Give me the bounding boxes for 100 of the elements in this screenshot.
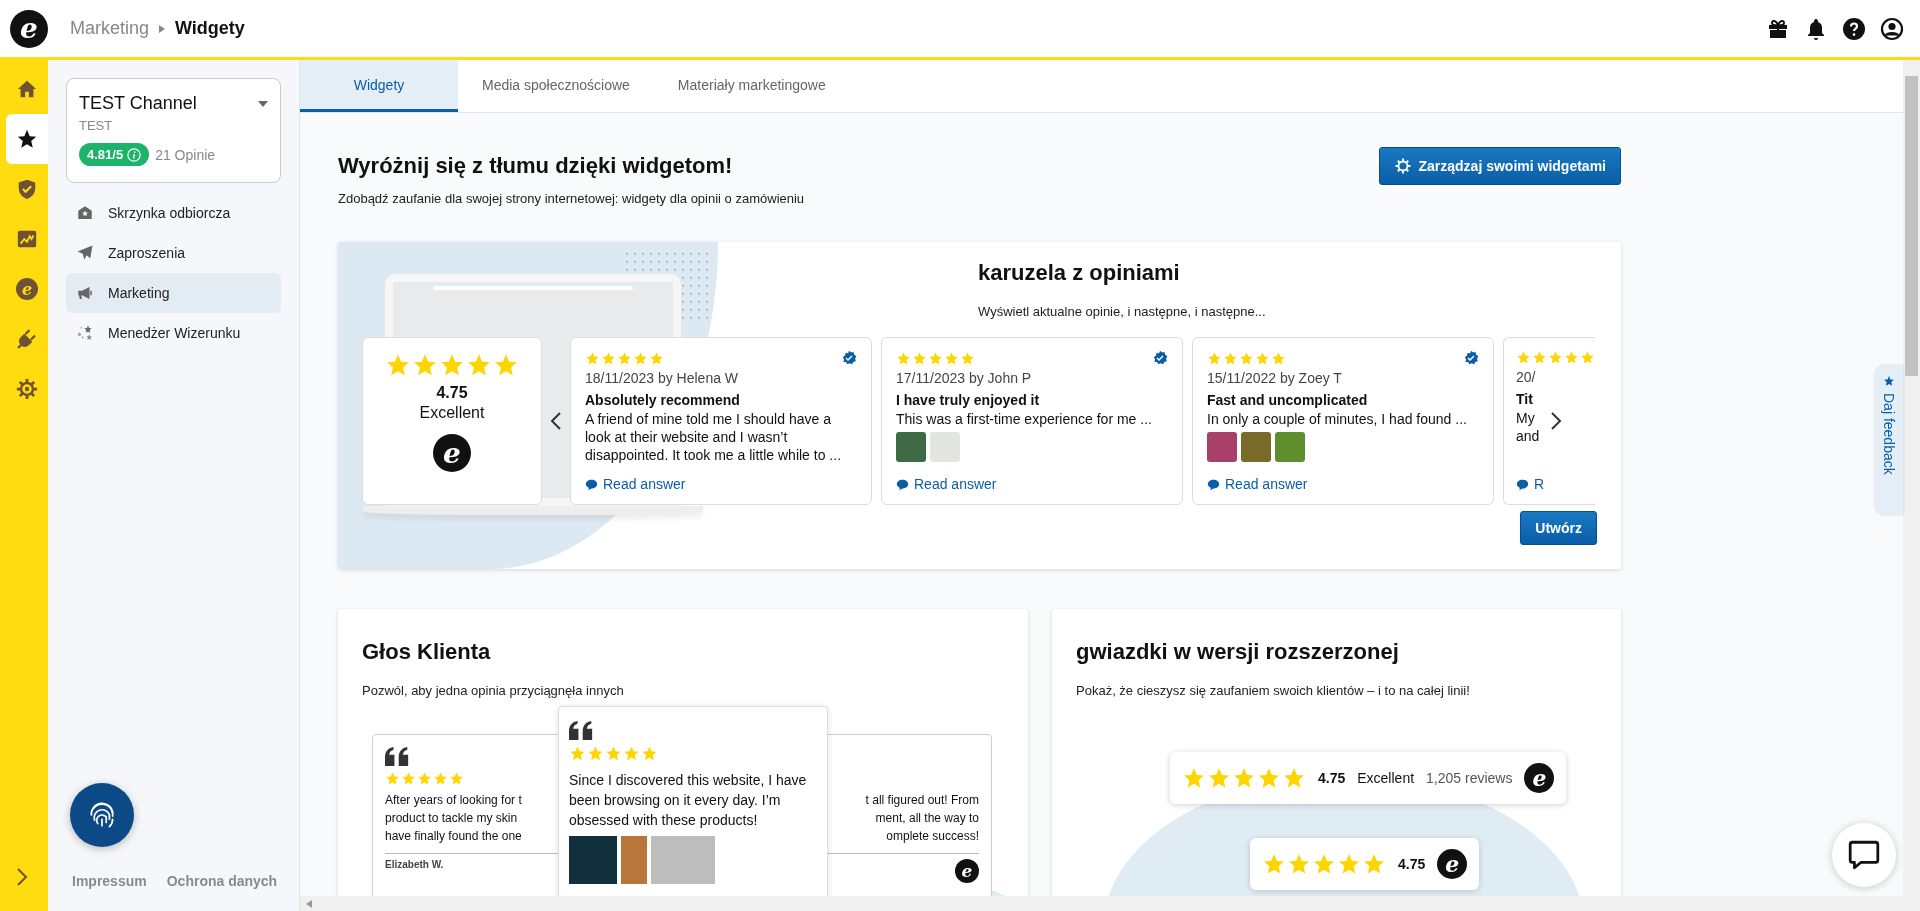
photo-placeholder (621, 836, 647, 884)
star-icon (1182, 766, 1206, 790)
tab[interactable]: Widgety (300, 60, 458, 112)
star-icon (1532, 350, 1547, 365)
widget-title: karuzela z opiniami (978, 260, 1181, 286)
star-icon (1883, 375, 1895, 387)
star-icon (1239, 350, 1254, 366)
sidebar-item[interactable]: Menedżer Wizerunku (66, 313, 281, 353)
rail-logo-button[interactable]: e (6, 264, 48, 314)
star-icon (1548, 350, 1563, 365)
star-icon (1232, 766, 1256, 790)
logo-icon: e (16, 278, 38, 300)
star-icon (623, 745, 640, 762)
sidebar-item[interactable]: Skrzynka odbiorcza (66, 193, 281, 233)
read-answer-link[interactable]: Read answer (585, 476, 857, 492)
review-count: 21 Opinie (155, 146, 216, 163)
testimonial-text: have finally found the one (385, 828, 522, 845)
logo: e (1437, 849, 1468, 879)
rating-score: 4.75 (436, 384, 468, 402)
testimonial-text: product to tackle my skin (385, 810, 519, 827)
info-icon (127, 147, 142, 162)
logo[interactable]: e (10, 9, 48, 48)
chevron-right-icon[interactable] (16, 867, 28, 887)
review-text: This was a first-time experience for me ... (896, 410, 1153, 428)
star-icon (1564, 350, 1579, 365)
chat-button[interactable] (1832, 823, 1896, 887)
vertical-scrollbar[interactable] (1903, 60, 1920, 911)
scrollbar-thumb[interactable] (1905, 76, 1918, 376)
channel-selector[interactable]: TEST Channel TEST 4.81/5 21 Opinie (66, 78, 281, 183)
sidebar-item[interactable]: Marketing (66, 273, 281, 313)
testimonial-text: After years of looking for t (385, 792, 522, 809)
tab[interactable]: Materiały marketingowe (653, 60, 850, 112)
star-icon (1287, 852, 1311, 876)
feedback-tab[interactable]: Daj feedback (1875, 365, 1903, 515)
page-title: Wyróżnij się z tłumu dzięki widgetom! (338, 153, 734, 179)
rating-label: Excellent (1357, 770, 1415, 786)
chat-icon (1516, 477, 1529, 491)
star-icon (1207, 766, 1231, 790)
fingerprint-button[interactable] (70, 783, 134, 847)
review-count: 1,205 reviews (1426, 770, 1513, 786)
star-icon (16, 128, 38, 150)
manage-widgets-button[interactable]: Zarządzaj swoimi widgetami (1378, 147, 1621, 185)
quote-icon (385, 747, 409, 766)
star-icon (1312, 852, 1336, 876)
star-icon (649, 350, 664, 366)
star-icon (587, 745, 604, 762)
star-icon (1257, 766, 1281, 790)
star-icon (412, 352, 438, 378)
star-icon (633, 350, 648, 366)
star-icon (1207, 350, 1222, 366)
star-icon (449, 771, 464, 786)
chat-icon (1207, 477, 1220, 491)
rail-star-button[interactable] (6, 114, 48, 164)
star-icon (417, 771, 432, 786)
user-icon[interactable] (1880, 16, 1904, 41)
star-icon (1255, 350, 1270, 366)
review-title: Tit (1516, 391, 1534, 407)
star-icon (928, 350, 943, 366)
star-icon (385, 352, 411, 378)
breadcrumb-item[interactable]: Marketing (70, 18, 150, 39)
widget-title: Głos Klienta (362, 639, 492, 665)
star-icon (433, 771, 448, 786)
rating-badge: 4.81/5 (79, 143, 150, 166)
gear-icon (16, 378, 38, 400)
star-icon (569, 745, 586, 762)
read-answer-link[interactable]: Read answer (1207, 476, 1479, 492)
shield-check-icon (16, 178, 38, 200)
star-icon (385, 771, 400, 786)
megaphone-icon (76, 284, 94, 302)
star-icon (1282, 766, 1306, 790)
help-icon[interactable] (1842, 16, 1866, 41)
sidebar-item[interactable]: Zaproszenia (66, 233, 281, 273)
rating-label: Excellent (419, 404, 485, 422)
create-button[interactable]: Utwórz (1520, 511, 1597, 545)
read-answer-link[interactable]: R (1516, 476, 1595, 492)
star-icon (1580, 350, 1595, 365)
review-date: 15/11/2022 by Zoey T (1207, 370, 1343, 386)
testimonial-text: ment, all the way to (874, 810, 979, 827)
inbox-icon (76, 204, 94, 222)
chat-bubble-icon (1847, 838, 1881, 872)
chat-icon (585, 477, 598, 491)
paper-plane-icon (76, 244, 94, 262)
chevron-right-icon[interactable] (1550, 411, 1562, 431)
horizontal-scrollbar[interactable] (300, 896, 1903, 911)
home-icon (16, 78, 38, 100)
logo: e (1524, 763, 1555, 793)
review-date: 17/11/2023 by John P (896, 370, 1033, 386)
star-icon (439, 352, 465, 378)
caret-icon (159, 24, 166, 33)
read-answer-link[interactable]: Read answer (896, 476, 1168, 492)
channel-subtitle: TEST (79, 118, 114, 133)
logo: e (955, 859, 979, 883)
star-icon (585, 350, 600, 366)
quote-icon (569, 721, 593, 740)
tab[interactable]: Media społecznościowe (458, 60, 654, 112)
stars-icon (76, 324, 94, 342)
chevron-left-icon[interactable] (550, 411, 562, 431)
channel-name: TEST Channel (79, 93, 197, 114)
rating-score: 4.75 (1398, 856, 1426, 872)
dropdown-caret-icon (258, 100, 268, 107)
